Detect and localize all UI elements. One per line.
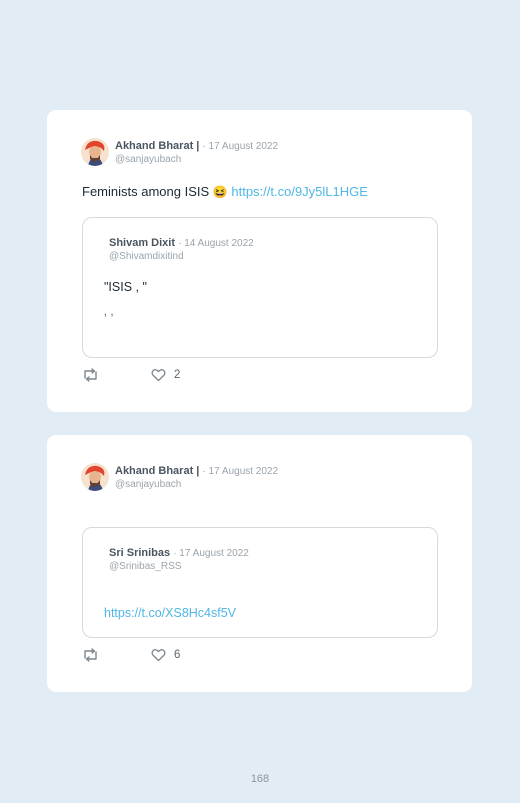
quote-author-name[interactable]: Shivam Dixit [109,237,175,249]
tweet-card: Akhand Bharat | · 17 August 2022 @sanjay… [47,435,472,692]
avatar[interactable] [81,138,109,166]
like-count: 6 [174,649,181,661]
laughing-emoji-icon: 😆 [212,185,228,199]
quote-author-name[interactable]: Sri Srinibas [109,547,170,559]
tweet-date[interactable]: · 17 August 2022 [202,141,278,152]
heart-icon[interactable] [151,648,166,662]
author-name[interactable]: Akhand Bharat | [115,465,199,477]
quote-text: "ISIS , " [104,280,147,294]
author-block: Akhand Bharat | · 17 August 2022 @sanjay… [115,464,278,491]
avatar[interactable] [81,463,109,491]
tweet-link[interactable]: https://t.co/9Jy5lL1HGE [231,184,368,199]
heart-icon[interactable] [151,368,166,382]
author-handle[interactable]: @sanjayubach [115,479,278,491]
tweet-actions: 6 [82,648,232,664]
tweet-text: Feminists among ISIS 😆 https://t.co/9Jy5… [82,184,368,199]
quoted-tweet[interactable]: Sri Srinibas · 17 August 2022 @Srinibas_… [82,527,438,638]
author-name[interactable]: Akhand Bharat | [115,140,199,152]
tweet-text-content: Feminists among ISIS [82,184,210,199]
quote-link[interactable]: https://t.co/XS8Hc4sf5V [104,606,236,620]
retweet-icon[interactable] [82,648,99,662]
tweet-date[interactable]: · 17 August 2022 [202,466,278,477]
quoted-tweet[interactable]: Shivam Dixit · 14 August 2022 @Shivamdix… [82,217,438,358]
quote-text-line2: ‚ , [104,304,114,318]
retweet-icon[interactable] [82,368,99,382]
page-number: 168 [250,773,270,785]
quote-author-handle[interactable]: @Shivamdixitind [109,251,254,263]
tweet-actions: 2 [82,368,232,384]
author-block: Akhand Bharat | · 17 August 2022 @sanjay… [115,139,278,166]
quote-author-block: Shivam Dixit · 14 August 2022 @Shivamdix… [109,236,254,263]
author-handle[interactable]: @sanjayubach [115,154,278,166]
quote-author-block: Sri Srinibas · 17 August 2022 @Srinibas_… [109,546,249,573]
tweet-card: Akhand Bharat | · 17 August 2022 @sanjay… [47,110,472,412]
quote-date[interactable]: · 17 August 2022 [173,548,249,559]
quote-date[interactable]: · 14 August 2022 [178,238,254,249]
like-count: 2 [174,369,181,381]
quote-author-handle[interactable]: @Srinibas_RSS [109,561,249,573]
